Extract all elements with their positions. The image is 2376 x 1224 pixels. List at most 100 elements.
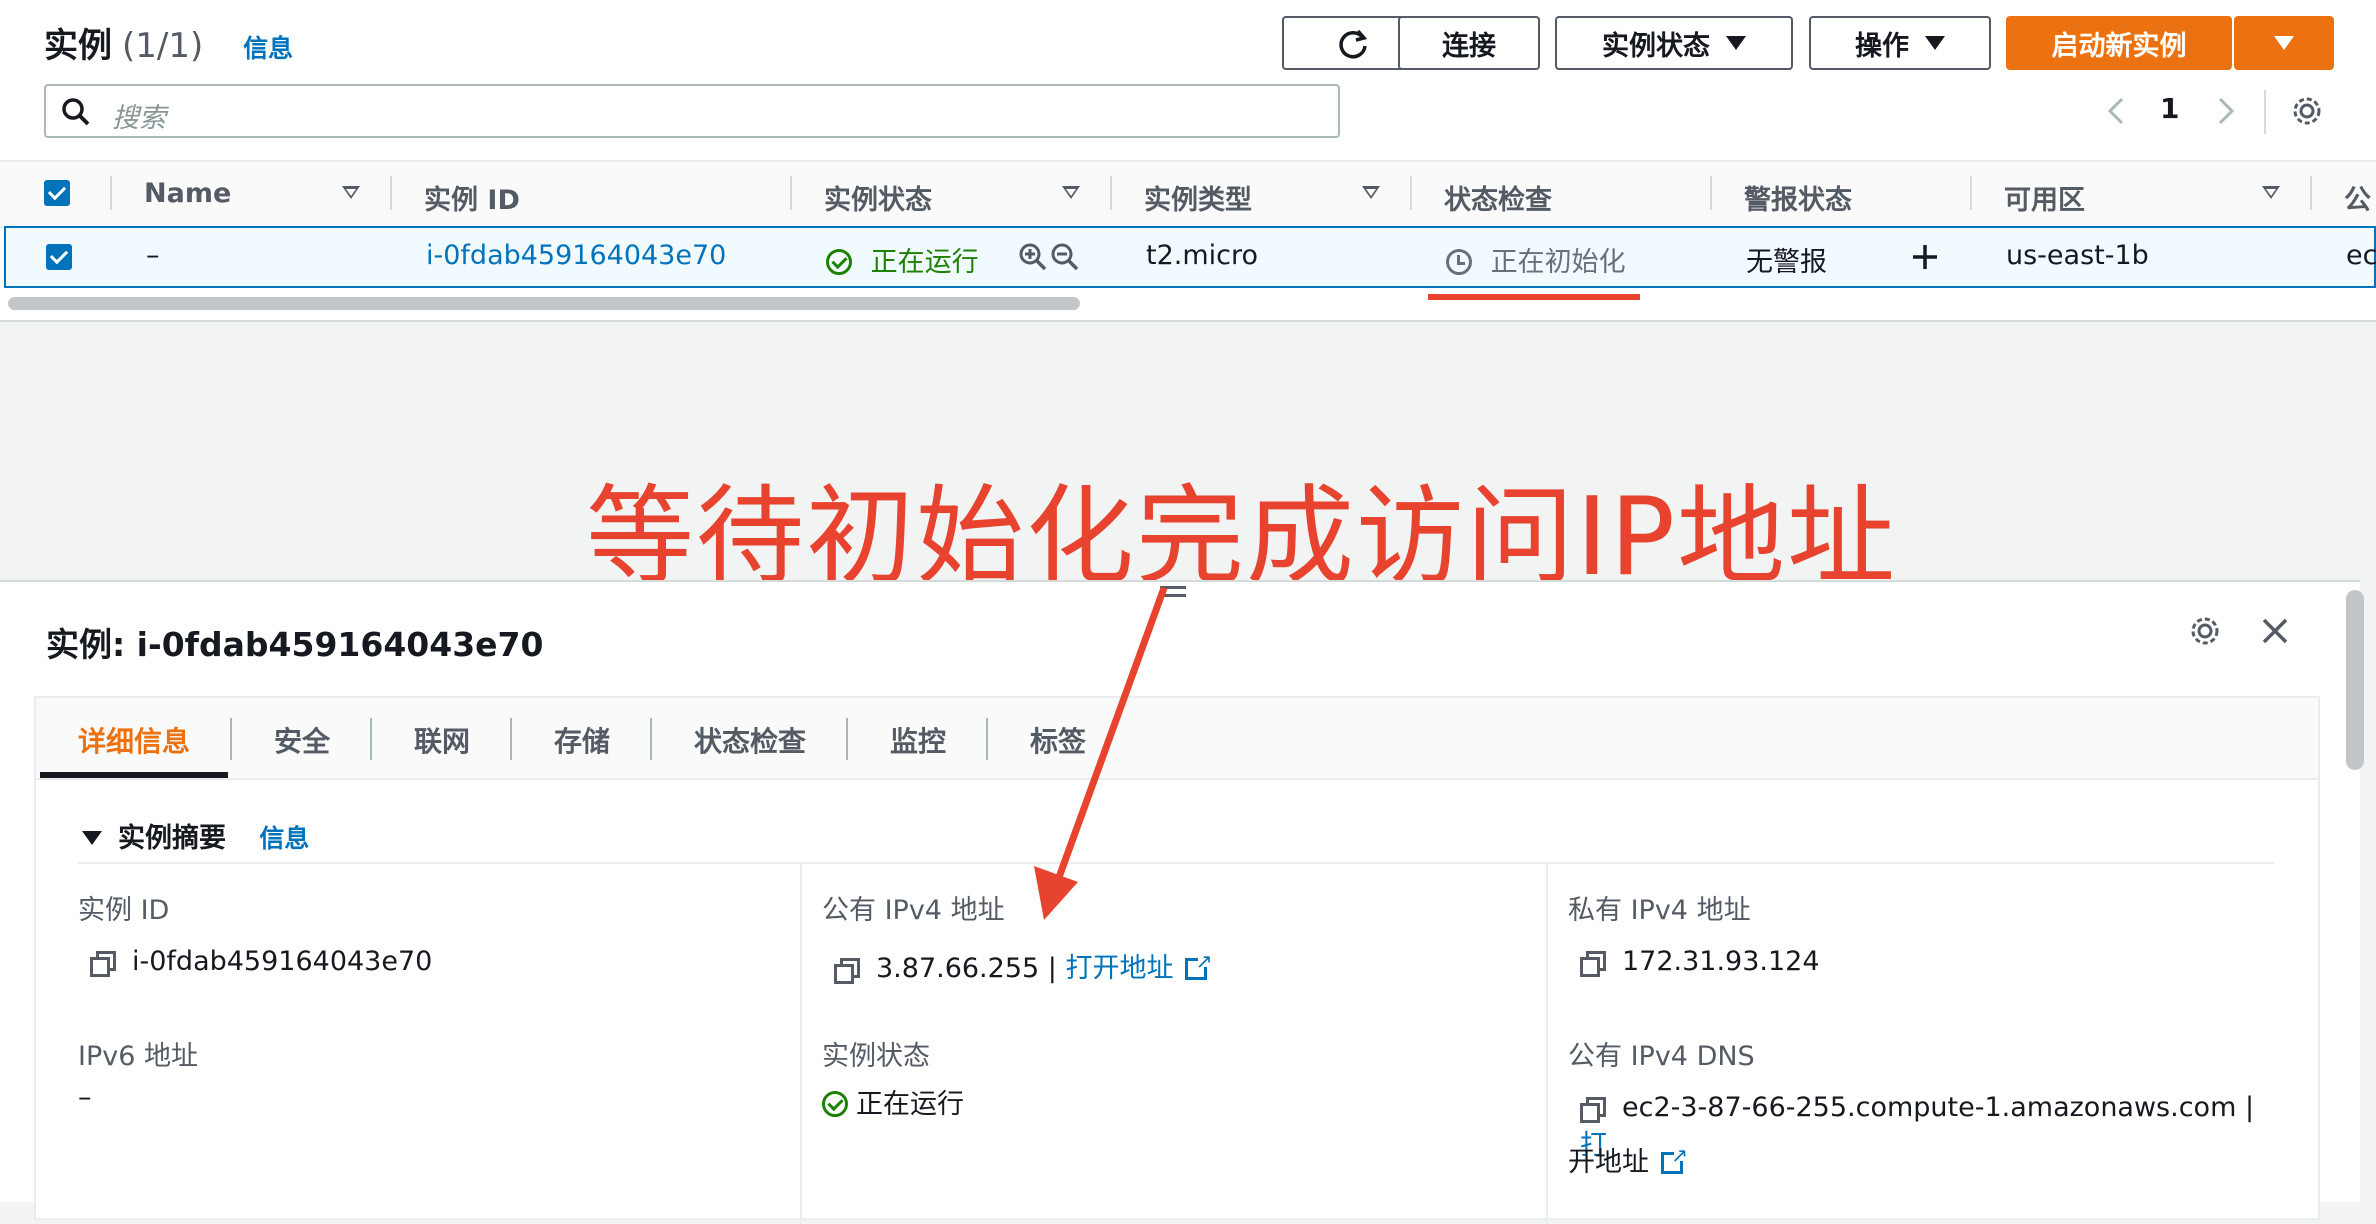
launch-options-button[interactable] xyxy=(2234,16,2334,70)
status-success-icon xyxy=(822,1091,848,1117)
copy-icon[interactable] xyxy=(90,951,116,977)
clock-icon xyxy=(1446,249,1472,275)
active-tab-indicator xyxy=(40,772,228,778)
copy-icon[interactable] xyxy=(1580,1097,1606,1123)
tab-monitoring[interactable]: 监控 xyxy=(890,720,946,760)
connect-button[interactable]: 连接 xyxy=(1398,16,1540,70)
column-header-public[interactable]: 公 xyxy=(2344,178,2371,217)
actions-label: 操作 xyxy=(1855,30,1909,62)
instance-detail-panel: 实例: i-0fdab459164043e70 详细信息 安全 联网 存储 状态… xyxy=(0,580,2360,1224)
gear-icon[interactable] xyxy=(2188,614,2222,648)
tab-divider xyxy=(846,718,848,760)
open-address-link-wrap[interactable]: 开地址 xyxy=(1568,1140,1688,1179)
external-link-icon[interactable] xyxy=(1661,1143,1688,1174)
instance-id-text: i-0fdab459164043e70 xyxy=(132,946,433,977)
public-dns-label: 公有 IPv4 DNS xyxy=(1568,1041,1755,1072)
select-all-checkbox[interactable] xyxy=(44,180,70,206)
chevron-left-icon[interactable] xyxy=(2104,96,2128,126)
search-placeholder: 搜索 xyxy=(112,103,166,134)
connect-label: 连接 xyxy=(1442,30,1496,62)
instances-panel: 实例 (1/1) 信息 连接 实例状态 操作 启动新实例 搜索 1 Name 实例… xyxy=(0,0,2376,322)
column-divider xyxy=(1410,176,1412,210)
launch-label: 启动新实例 xyxy=(2051,30,2187,62)
tab-security[interactable]: 安全 xyxy=(274,720,330,760)
zoom-in-icon[interactable] xyxy=(1018,242,1048,272)
public-dns-text: ec2-3-87-66-255.compute-1.amazonaws.com xyxy=(1622,1092,2237,1123)
column-divider xyxy=(800,864,802,1224)
open-address-link[interactable]: 打开地址 xyxy=(1065,953,1173,984)
add-alarm-icon[interactable] xyxy=(1910,242,1940,272)
caret-down-icon xyxy=(2274,36,2294,50)
column-header-instance-id[interactable]: 实例 ID xyxy=(424,178,520,217)
tab-networking[interactable]: 联网 xyxy=(414,720,470,760)
cell-name: – xyxy=(146,240,160,271)
search-input[interactable]: 搜索 xyxy=(44,84,1340,138)
column-header-state[interactable]: 实例状态 xyxy=(824,178,932,217)
cell-status-check: 正在初始化 xyxy=(1446,240,1626,279)
copy-icon[interactable] xyxy=(1580,951,1606,977)
column-divider xyxy=(2310,176,2312,210)
copy-icon[interactable] xyxy=(834,958,860,984)
vertical-scrollbar[interactable] xyxy=(2346,590,2364,770)
instance-state-label: 实例状态 xyxy=(1602,30,1710,62)
resize-handle[interactable] xyxy=(1160,594,1186,597)
state-text: 正在运行 xyxy=(856,1089,964,1120)
sort-icon[interactable] xyxy=(2262,186,2280,199)
column-divider xyxy=(390,176,392,210)
detail-tabs-container: 详细信息 安全 联网 存储 状态检查 监控 标签 实例摘要 信息 实例 ID i… xyxy=(34,696,2320,1224)
zoom-out-icon[interactable] xyxy=(1050,242,1080,272)
tab-tags[interactable]: 标签 xyxy=(1030,720,1086,760)
tab-divider xyxy=(230,718,232,760)
page-number[interactable]: 1 xyxy=(2160,92,2179,125)
column-header-name[interactable]: Name xyxy=(144,178,231,209)
cell-type: t2.micro xyxy=(1146,240,1259,271)
external-link-icon[interactable] xyxy=(1185,949,1212,980)
sort-icon[interactable] xyxy=(342,186,360,199)
actions-dropdown[interactable]: 操作 xyxy=(1809,16,1991,70)
ipv6-label: IPv6 地址 xyxy=(78,1041,198,1072)
sort-icon[interactable] xyxy=(1062,186,1080,199)
table-row[interactable]: – i-0fdab459164043e70 正在运行 t2.micro 正在初始… xyxy=(4,226,2376,288)
column-header-status-check[interactable]: 状态检查 xyxy=(1444,178,1552,217)
section-title: 实例摘要 xyxy=(118,823,226,854)
launch-instance-button[interactable]: 启动新实例 xyxy=(2006,16,2232,70)
tab-divider xyxy=(650,718,652,760)
tab-divider xyxy=(510,718,512,760)
section-info-link[interactable]: 信息 xyxy=(259,824,309,853)
table-header: Name 实例 ID 实例状态 实例类型 状态检查 警报状态 可用区 公 xyxy=(0,160,2376,228)
public-ipv4-text: 3.87.66.255 xyxy=(876,953,1040,984)
info-link[interactable]: 信息 xyxy=(243,34,293,63)
column-header-type[interactable]: 实例类型 xyxy=(1144,178,1252,217)
refresh-icon xyxy=(1339,29,1368,59)
state-value: 正在运行 xyxy=(822,1082,964,1121)
sort-icon[interactable] xyxy=(1362,186,1380,199)
tab-bar: 详细信息 安全 联网 存储 状态检查 监控 标签 xyxy=(36,698,2318,780)
gear-icon[interactable] xyxy=(2290,94,2324,128)
cell-instance-id[interactable]: i-0fdab459164043e70 xyxy=(426,240,726,271)
horizontal-scrollbar[interactable] xyxy=(8,297,1080,310)
caret-down-icon xyxy=(1726,36,1746,50)
column-divider xyxy=(110,176,112,210)
column-header-alarm[interactable]: 警报状态 xyxy=(1744,178,1852,217)
instance-state-dropdown[interactable]: 实例状态 xyxy=(1555,16,1793,70)
search-icon xyxy=(62,98,90,126)
chevron-right-icon[interactable] xyxy=(2214,96,2238,126)
tab-divider xyxy=(370,718,372,760)
tab-details[interactable]: 详细信息 xyxy=(78,720,190,760)
close-icon[interactable] xyxy=(2260,616,2290,646)
public-ipv4-label: 公有 IPv4 地址 xyxy=(822,895,1005,926)
tab-status-checks[interactable]: 状态检查 xyxy=(694,720,806,760)
resize-handle[interactable] xyxy=(1160,586,1186,589)
column-header-az[interactable]: 可用区 xyxy=(2004,178,2085,217)
cell-alarm: 无警报 xyxy=(1746,247,1827,278)
private-ipv4-label: 私有 IPv4 地址 xyxy=(1568,895,1751,926)
section-header[interactable]: 实例摘要 信息 xyxy=(82,816,309,855)
page-title: 实例 (1/1) 信息 xyxy=(44,18,293,67)
cell-public-dns: ec xyxy=(2346,240,2376,271)
tab-storage[interactable]: 存储 xyxy=(554,720,610,760)
ipv6-value: – xyxy=(78,1082,92,1113)
row-checkbox[interactable] xyxy=(46,244,72,270)
cell-status-check-text: 正在初始化 xyxy=(1490,247,1626,278)
open-address-link-text[interactable]: 开地址 xyxy=(1568,1147,1649,1178)
caret-down-icon xyxy=(1925,36,1945,50)
